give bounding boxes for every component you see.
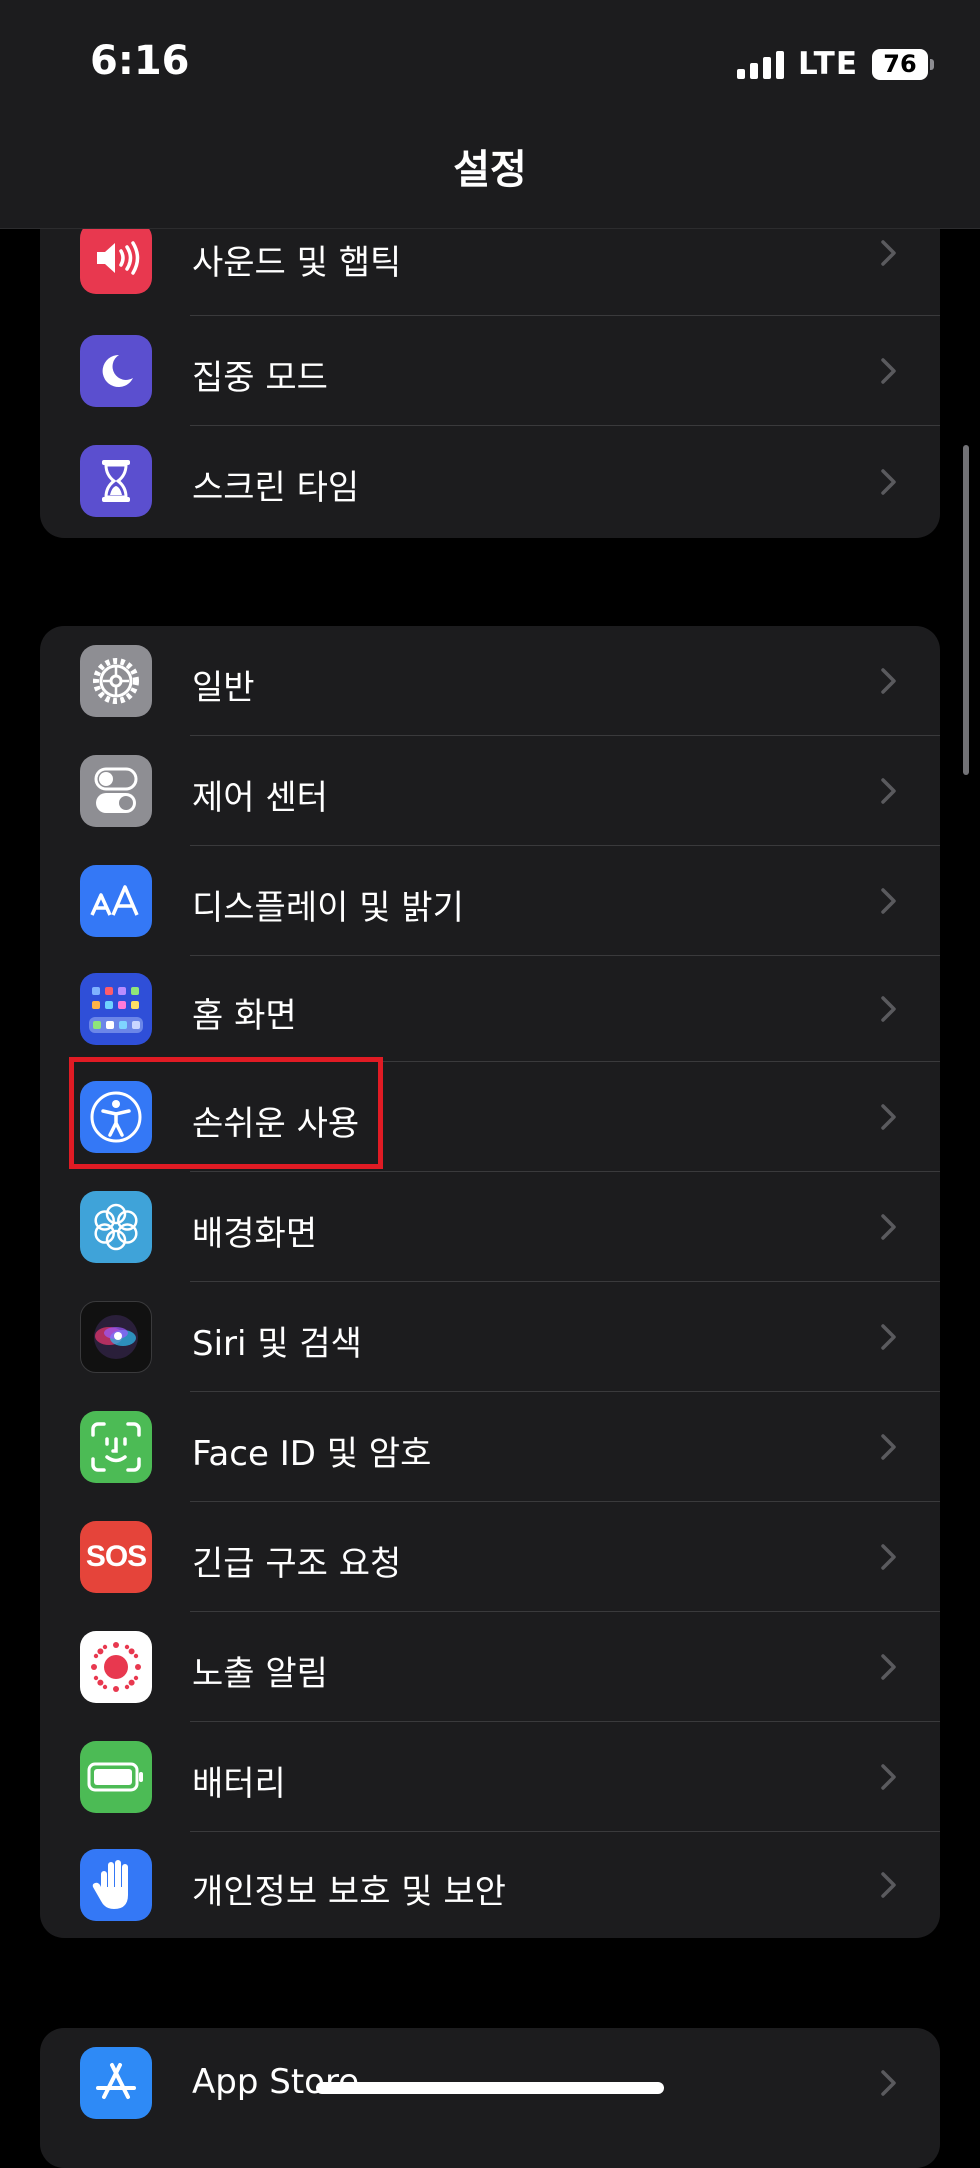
face-id-icon — [80, 1411, 152, 1483]
navigation-header: 6:16 LTE 76 설정 — [0, 0, 980, 229]
settings-row-label: 긴급 구조 요청 — [192, 1544, 402, 1584]
chevron-right-icon — [881, 1654, 896, 1680]
settings-row-label: 사운드 및 햅틱 — [192, 243, 402, 283]
chevron-right-icon — [881, 240, 896, 266]
siri-icon — [80, 1301, 152, 1373]
settings-row-label: 집중 모드 — [192, 358, 328, 398]
toggles-icon — [80, 755, 152, 827]
flower-icon — [80, 1191, 152, 1263]
settings-row-label: 배터리 — [192, 1764, 286, 1804]
settings-row-siri[interactable]: Siri 및 검색 — [40, 1282, 940, 1392]
status-indicators: LTE 76 — [737, 44, 934, 84]
exposure-icon — [80, 1631, 152, 1703]
settings-row-label: 노출 알림 — [192, 1654, 328, 1694]
gear-icon — [80, 645, 152, 717]
chevron-right-icon — [881, 1324, 896, 1350]
chevron-right-icon — [881, 888, 896, 914]
settings-row-privacy[interactable]: 개인정보 보호 및 보안 — [40, 1832, 940, 1938]
settings-row-face-id[interactable]: Face ID 및 암호 — [40, 1392, 940, 1502]
settings-row-label: 스크린 타임 — [192, 468, 360, 508]
chevron-right-icon — [881, 1104, 896, 1130]
settings-row-wallpaper[interactable]: 배경화면 — [40, 1172, 940, 1282]
chevron-right-icon — [881, 358, 896, 384]
settings-row-label: 제어 센터 — [192, 778, 328, 818]
settings-row-home-screen[interactable]: 홈 화면 — [40, 956, 940, 1062]
battery-icon — [80, 1741, 152, 1813]
battery-level: 76 — [872, 48, 928, 80]
battery-indicator: 76 — [872, 48, 934, 80]
settings-group-1: 사운드 및 햅틱 집중 모드 스크린 타임 — [40, 190, 940, 538]
settings-group-3: App Store — [40, 2028, 940, 2168]
settings-row-battery[interactable]: 배터리 — [40, 1722, 940, 1832]
settings-row-display[interactable]: 디스플레이 및 밝기 — [40, 846, 940, 956]
sos-icon-text: SOS — [85, 1540, 147, 1573]
network-type: LTE — [798, 46, 858, 82]
scrollbar-thumb[interactable] — [963, 445, 969, 775]
text-size-icon — [80, 865, 152, 937]
hourglass-icon — [80, 445, 152, 517]
settings-row-label: 홈 화면 — [192, 996, 297, 1036]
settings-row-general[interactable]: 일반 — [40, 626, 940, 736]
chevron-right-icon — [881, 1872, 896, 1898]
home-indicator[interactable] — [316, 2082, 664, 2094]
chevron-right-icon — [881, 1544, 896, 1570]
settings-row-label: 개인정보 보호 및 보안 — [192, 1872, 506, 1912]
battery-cap — [930, 58, 934, 70]
chevron-right-icon — [881, 1434, 896, 1460]
chevron-right-icon — [881, 668, 896, 694]
chevron-right-icon — [881, 778, 896, 804]
settings-group-2: 일반 제어 센터 디스플레이 및 밝기 홈 화면 손쉬운 사용 배경화면 Sir… — [40, 626, 940, 1938]
status-time: 6:16 — [90, 38, 190, 84]
sos-icon: SOS — [80, 1521, 152, 1593]
moon-icon — [80, 335, 152, 407]
speaker-icon — [80, 222, 152, 294]
settings-row-screen-time[interactable]: 스크린 타임 — [40, 426, 940, 538]
settings-row-control-center[interactable]: 제어 센터 — [40, 736, 940, 846]
settings-row-emergency-sos[interactable]: SOS 긴급 구조 요청 — [40, 1502, 940, 1612]
settings-row-label: 디스플레이 및 밝기 — [192, 888, 464, 928]
settings-row-label: Siri 및 검색 — [192, 1324, 362, 1364]
accessibility-highlight-box — [69, 1057, 383, 1169]
chevron-right-icon — [881, 469, 896, 495]
chevron-right-icon — [881, 1764, 896, 1790]
chevron-right-icon — [881, 996, 896, 1022]
chevron-right-icon — [881, 1214, 896, 1240]
settings-row-focus[interactable]: 집중 모드 — [40, 316, 940, 426]
settings-row-label: 배경화면 — [192, 1214, 318, 1254]
cellular-signal-icon — [737, 49, 785, 79]
page-title: 설정 — [453, 147, 527, 193]
chevron-right-icon — [881, 2070, 896, 2096]
hand-icon — [80, 1849, 152, 1921]
home-grid-icon — [80, 973, 152, 1045]
app-store-icon — [80, 2047, 152, 2119]
settings-row-exposure[interactable]: 노출 알림 — [40, 1612, 940, 1722]
settings-row-label: 일반 — [192, 668, 255, 708]
settings-row-label: Face ID 및 암호 — [192, 1434, 432, 1474]
